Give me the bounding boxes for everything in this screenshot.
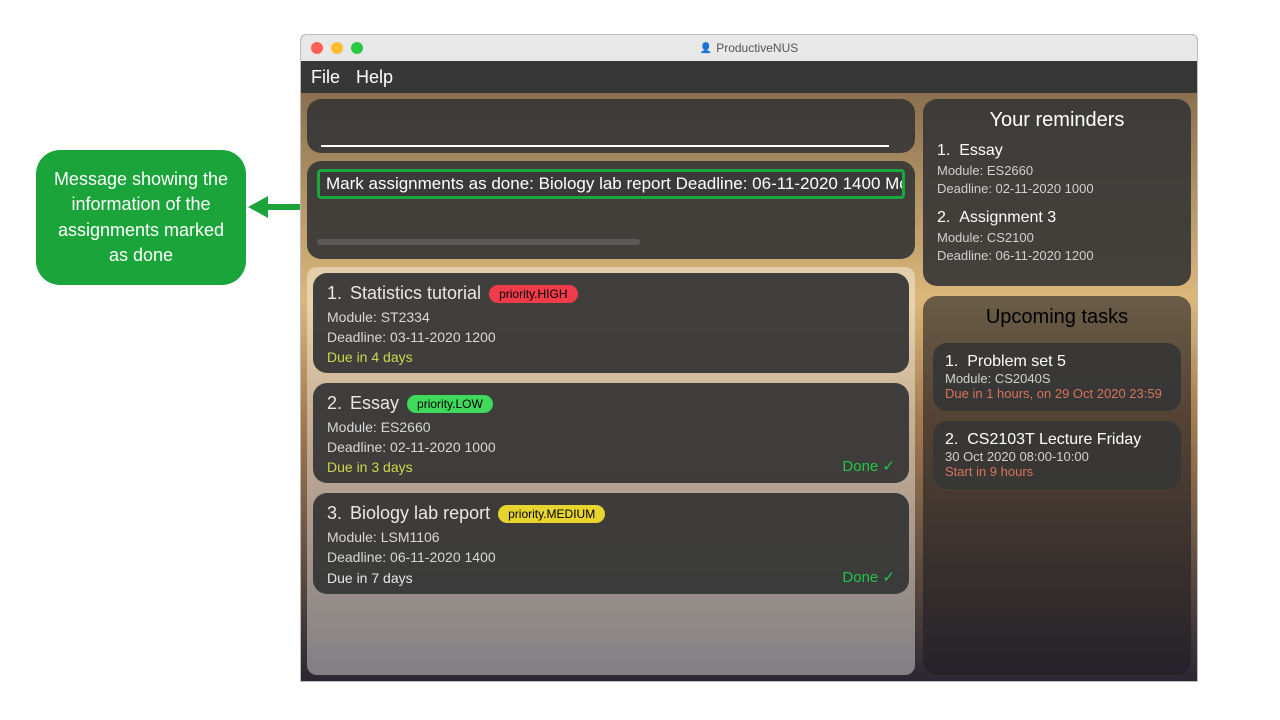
assignment-due: Due in 4 days	[327, 349, 895, 365]
menu-file[interactable]: File	[311, 67, 340, 88]
window-title: 👤 ProductiveNUS	[301, 41, 1197, 55]
app-icon: 👤	[700, 43, 712, 54]
assignment-list: 1. Statistics tutorial priority.HIGH Mod…	[307, 267, 915, 675]
assignment-card[interactable]: 3. Biology lab report priority.MEDIUM Mo…	[313, 493, 909, 593]
reminders-title: Your reminders	[937, 109, 1177, 132]
assignment-deadline: Deadline: 02-11-2020 1000	[327, 438, 895, 458]
assignment-index: 1.	[327, 283, 342, 304]
priority-badge: priority.MEDIUM	[498, 505, 605, 523]
assignment-deadline: Deadline: 06-11-2020 1400	[327, 548, 895, 568]
done-indicator: Done ✓	[842, 568, 895, 586]
upcoming-item[interactable]: 1. Problem set 5 Module: CS2040S Due in …	[933, 343, 1181, 411]
result-message: Mark assignments as done: Biology lab re…	[317, 169, 905, 199]
left-column: Mark assignments as done: Biology lab re…	[307, 99, 915, 675]
upcoming-panel: Upcoming tasks 1. Problem set 5 Module: …	[923, 296, 1191, 675]
reminders-panel: Your reminders 1. Essay Module: ES2660 D…	[923, 99, 1191, 286]
callout-bubble: Message showing the information of the a…	[36, 150, 246, 285]
assignment-card[interactable]: 1. Statistics tutorial priority.HIGH Mod…	[313, 273, 909, 373]
assignment-module: Module: ST2334	[327, 308, 895, 328]
assignment-due: Due in 3 days	[327, 459, 895, 475]
assignment-deadline: Deadline: 03-11-2020 1200	[327, 328, 895, 348]
message-scrollbar[interactable]	[317, 239, 640, 245]
right-column: Your reminders 1. Essay Module: ES2660 D…	[923, 99, 1191, 675]
priority-badge: priority.LOW	[407, 395, 493, 413]
assignment-module: Module: ES2660	[327, 418, 895, 438]
upcoming-title: Upcoming tasks	[933, 306, 1181, 329]
assignment-name: Biology lab report	[350, 503, 490, 524]
assignment-index: 3.	[327, 503, 342, 524]
assignment-due: Due in 7 days	[327, 570, 895, 586]
titlebar: 👤 ProductiveNUS	[301, 35, 1197, 61]
assignment-name: Statistics tutorial	[350, 283, 481, 304]
assignment-card[interactable]: 2. Essay priority.LOW Module: ES2660 Dea…	[313, 383, 909, 483]
app-window: 👤 ProductiveNUS File Help Mark assignmen…	[300, 34, 1198, 682]
command-input-panel	[307, 99, 915, 153]
upcoming-item[interactable]: 2. CS2103T Lecture Friday 30 Oct 2020 08…	[933, 421, 1181, 489]
done-indicator: Done ✓	[842, 457, 895, 475]
menu-help[interactable]: Help	[356, 67, 393, 88]
assignment-index: 2.	[327, 393, 342, 414]
app-body: Mark assignments as done: Biology lab re…	[301, 93, 1197, 681]
priority-badge: priority.HIGH	[489, 285, 577, 303]
menubar: File Help	[301, 61, 1197, 93]
command-input[interactable]	[321, 145, 889, 147]
assignment-module: Module: LSM1106	[327, 528, 895, 548]
callout-text: Message showing the information of the a…	[48, 167, 234, 268]
callout-arrow	[248, 198, 308, 216]
reminder-item[interactable]: 1. Essay Module: ES2660 Deadline: 02-11-…	[937, 142, 1177, 197]
message-panel: Mark assignments as done: Biology lab re…	[307, 161, 915, 259]
reminder-item[interactable]: 2. Assignment 3 Module: CS2100 Deadline:…	[937, 209, 1177, 264]
assignment-name: Essay	[350, 393, 399, 414]
